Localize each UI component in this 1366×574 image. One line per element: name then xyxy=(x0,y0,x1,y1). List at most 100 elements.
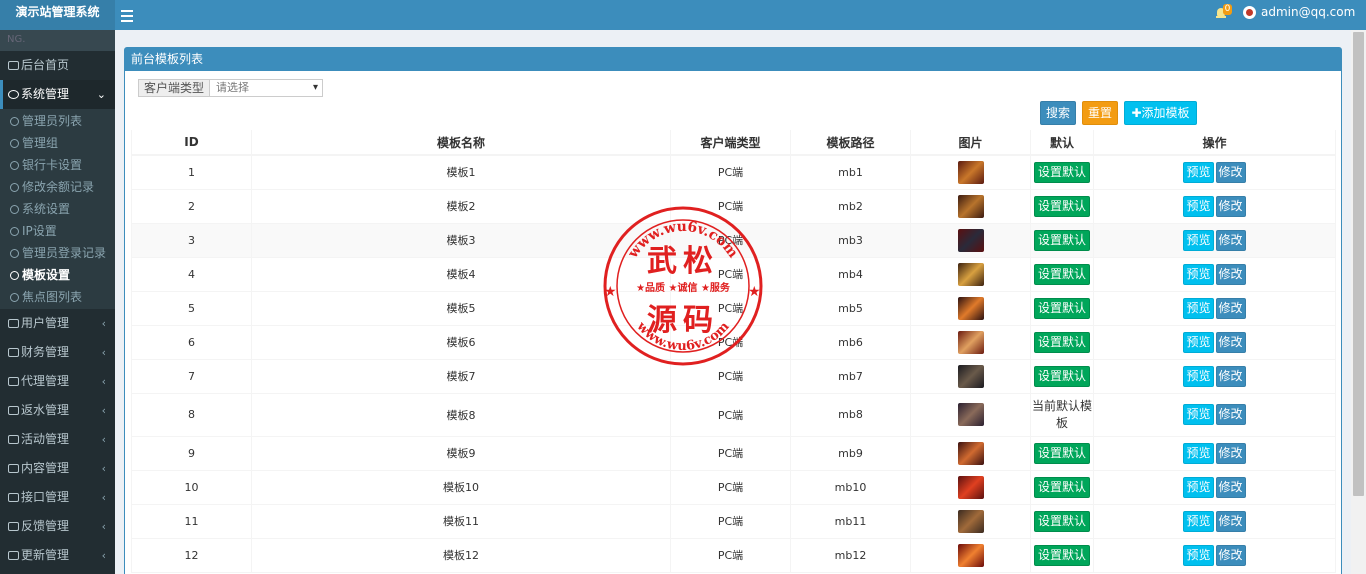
template-thumbnail[interactable] xyxy=(957,364,984,388)
set-default-button[interactable]: 设置默认 xyxy=(1033,510,1090,532)
sidebar-item-finance[interactable]: 财务管理 ‹ xyxy=(0,338,115,367)
sidebar-subitem-system-settings[interactable]: 系统设置 xyxy=(0,198,115,220)
template-thumbnail[interactable] xyxy=(957,543,984,567)
edit-button[interactable]: 修改 xyxy=(1215,404,1246,425)
set-default-button[interactable]: 设置默认 xyxy=(1033,476,1090,498)
panel-title: 前台模板列表 xyxy=(125,48,1341,71)
sidebar-subitem-ip-settings[interactable]: IP设置 xyxy=(0,220,115,242)
page-scrollbar-thumb[interactable] xyxy=(1353,32,1364,496)
template-thumbnail[interactable] xyxy=(957,475,984,499)
edit-button[interactable]: 修改 xyxy=(1215,510,1246,532)
set-default-button[interactable]: 设置默认 xyxy=(1033,297,1090,319)
preview-button[interactable]: 预览 xyxy=(1183,365,1214,387)
sidebar-item-label: 返水管理 xyxy=(21,403,70,417)
set-default-button[interactable]: 设置默认 xyxy=(1033,365,1090,387)
edit-button[interactable]: 修改 xyxy=(1215,331,1246,353)
set-default-button[interactable]: 设置默认 xyxy=(1033,229,1090,251)
template-thumbnail[interactable] xyxy=(957,509,984,533)
sidebar-subitem-balance-log[interactable]: 修改余额记录 xyxy=(0,176,115,198)
cell-path: mb5 xyxy=(790,290,911,326)
cell-image xyxy=(910,256,1031,292)
set-default-button[interactable]: 设置默认 xyxy=(1033,442,1090,464)
edit-button[interactable]: 修改 xyxy=(1215,263,1246,285)
edit-button[interactable]: 修改 xyxy=(1215,229,1246,251)
preview-button[interactable]: 预览 xyxy=(1183,510,1214,532)
set-default-button[interactable]: 设置默认 xyxy=(1033,263,1090,285)
sidebar-item-system[interactable]: 系统管理 ⌄ xyxy=(0,80,115,109)
cell-client-type: PC端 xyxy=(670,188,791,224)
sidebar-subitem-label: 焦点图列表 xyxy=(22,290,83,304)
template-thumbnail[interactable] xyxy=(957,194,984,218)
app-logo[interactable]: 演示站管理系统 xyxy=(0,0,115,30)
edit-button[interactable]: 修改 xyxy=(1215,297,1246,319)
table-row: 6 模板6 PC端 mb6 设置默认 预览 修改 xyxy=(131,324,1336,360)
sidebar-item-updates[interactable]: 更新管理 ‹ xyxy=(0,541,115,570)
set-default-button[interactable]: 设置默认 xyxy=(1033,331,1090,353)
preview-button[interactable]: 预览 xyxy=(1183,331,1214,353)
template-thumbnail[interactable] xyxy=(957,160,984,184)
sidebar-subitem-login-log[interactable]: 管理员登录记录 xyxy=(0,242,115,264)
preview-button[interactable]: 预览 xyxy=(1183,476,1214,498)
edit-button[interactable]: 修改 xyxy=(1215,195,1246,217)
sidebar-toggle-icon[interactable] xyxy=(121,7,133,23)
sidebar-item-label: 内容管理 xyxy=(21,461,70,475)
add-template-button[interactable]: ✚添加模板 xyxy=(1124,101,1197,125)
sidebar-item-users[interactable]: 用户管理 ‹ xyxy=(0,309,115,338)
sidebar-item-label: 后台首页 xyxy=(21,58,70,72)
template-thumbnail[interactable] xyxy=(957,441,984,465)
user-menu[interactable]: admin@qq.com xyxy=(1261,5,1355,19)
edit-button[interactable]: 修改 xyxy=(1215,365,1246,387)
client-type-select[interactable]: 请选择 xyxy=(210,80,322,96)
sidebar-item-home[interactable]: 后台首页 xyxy=(0,51,115,80)
template-thumbnail[interactable] xyxy=(957,330,984,354)
cell-client-type: PC端 xyxy=(670,358,791,394)
map-icon xyxy=(8,435,19,444)
cell-client-type: PC端 xyxy=(670,469,791,505)
preview-button[interactable]: 预览 xyxy=(1183,263,1214,285)
sidebar-item-activities[interactable]: 活动管理 ‹ xyxy=(0,425,115,454)
template-thumbnail[interactable] xyxy=(957,296,984,320)
preview-button[interactable]: 预览 xyxy=(1183,404,1214,425)
edit-button[interactable]: 修改 xyxy=(1215,476,1246,498)
cell-client-type: PC端 xyxy=(670,537,791,573)
sidebar-item-feedback[interactable]: 反馈管理 ‹ xyxy=(0,512,115,541)
search-button[interactable]: 搜索 xyxy=(1040,101,1076,125)
sidebar-item-api[interactable]: 接口管理 ‹ xyxy=(0,483,115,512)
sidebar-item-agents[interactable]: 代理管理 ‹ xyxy=(0,367,115,396)
preview-button[interactable]: 预览 xyxy=(1183,195,1214,217)
set-default-button[interactable]: 设置默认 xyxy=(1033,161,1090,183)
cell-default: 设置默认 xyxy=(1030,324,1094,360)
edit-button[interactable]: 修改 xyxy=(1215,161,1246,183)
sidebar-subitem-bank-card[interactable]: 银行卡设置 xyxy=(0,154,115,176)
user-avatar-icon[interactable] xyxy=(1243,6,1256,19)
cell-client-type: PC端 xyxy=(670,392,791,437)
sidebar-subitem-template-settings[interactable]: 模板设置 xyxy=(0,264,115,286)
preview-button[interactable]: 预览 xyxy=(1183,442,1214,464)
set-default-button[interactable]: 设置默认 xyxy=(1033,544,1090,566)
sidebar-search-input[interactable]: NG. xyxy=(0,30,115,51)
cell-default: 设置默认 xyxy=(1030,222,1094,258)
edit-button[interactable]: 修改 xyxy=(1215,544,1246,566)
dashboard-icon xyxy=(8,61,19,70)
users-icon xyxy=(8,319,19,328)
sidebar-subitem-admin-group[interactable]: 管理组 xyxy=(0,132,115,154)
template-thumbnail[interactable] xyxy=(957,262,984,286)
cell-actions: 预览 修改 xyxy=(1093,256,1336,292)
sidebar-item-rebate[interactable]: 返水管理 ‹ xyxy=(0,396,115,425)
set-default-button[interactable]: 设置默认 xyxy=(1033,195,1090,217)
reset-button[interactable]: 重置 xyxy=(1082,101,1118,125)
preview-button[interactable]: 预览 xyxy=(1183,229,1214,251)
table-row: 8 模板8 PC端 mb8 当前默认模板 预览 修改 xyxy=(131,392,1336,437)
sidebar-subitem-label: IP设置 xyxy=(22,224,57,238)
template-thumbnail[interactable] xyxy=(957,228,984,252)
edit-button[interactable]: 修改 xyxy=(1215,442,1246,464)
sidebar-item-content[interactable]: 内容管理 ‹ xyxy=(0,454,115,483)
sidebar-subitem-banner-list[interactable]: 焦点图列表 xyxy=(0,286,115,308)
preview-button[interactable]: 预览 xyxy=(1183,297,1214,319)
chevron-left-icon: ‹ xyxy=(101,549,106,562)
template-thumbnail[interactable] xyxy=(957,403,984,426)
cell-path: mb3 xyxy=(790,222,911,258)
preview-button[interactable]: 预览 xyxy=(1183,161,1214,183)
preview-button[interactable]: 预览 xyxy=(1183,544,1214,566)
sidebar-subitem-admin-list[interactable]: 管理员列表 xyxy=(0,110,115,132)
